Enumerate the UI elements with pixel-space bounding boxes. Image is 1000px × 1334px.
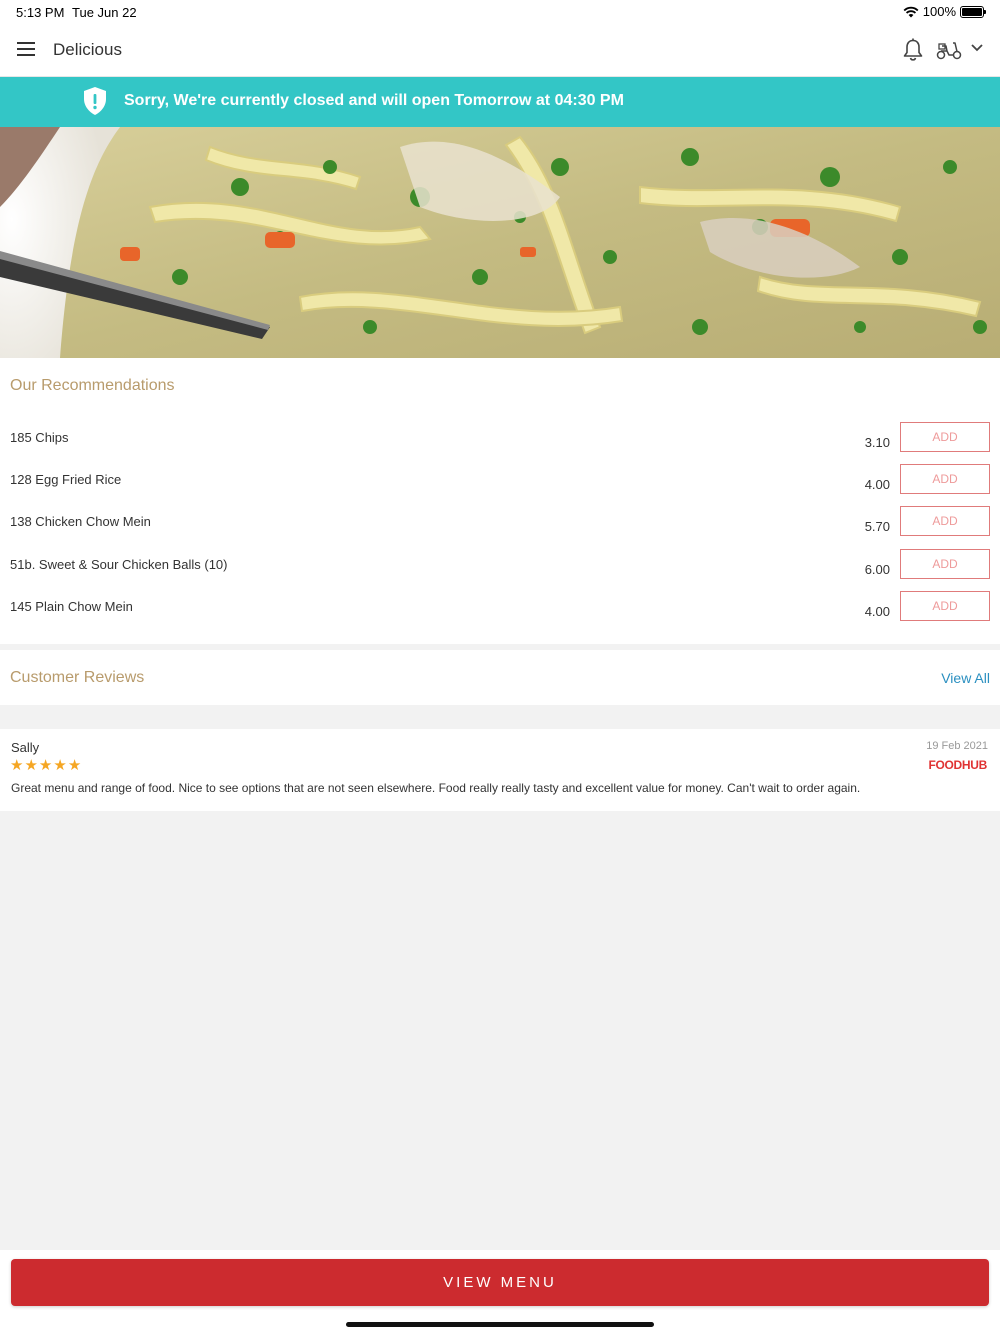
- recommendation-item: 185 Chips 3.10 ADD: [0, 422, 1000, 472]
- hero-image: [0, 127, 1000, 358]
- star-icon: ★: [24, 757, 38, 774]
- reviews-title: Customer Reviews: [10, 669, 145, 686]
- item-name: 145 Plain Chow Mein: [10, 599, 133, 614]
- scooter-icon[interactable]: [936, 40, 962, 60]
- star-icon: ★: [53, 757, 67, 774]
- star-icon: ★: [10, 757, 24, 774]
- recommendation-item: 138 Chicken Chow Mein 5.70 ADD: [0, 506, 1000, 556]
- item-price: 6.00: [864, 562, 890, 577]
- item-price: 4.00: [864, 604, 890, 619]
- closed-message: Sorry, We're currently closed and will o…: [124, 92, 624, 109]
- item-price: 4.00: [864, 477, 890, 492]
- status-bar: 5:13 PM Tue Jun 22 100%: [0, 0, 1000, 24]
- review-date: 19 Feb 2021: [926, 740, 988, 752]
- add-button[interactable]: ADD: [900, 506, 990, 536]
- closed-banner: Sorry, We're currently closed and will o…: [0, 77, 1000, 127]
- chevron-down-icon[interactable]: [970, 43, 984, 53]
- review-card: Sally ★ ★ ★ ★ ★ 19 Feb 2021 FOODHUB Grea…: [0, 729, 1000, 811]
- add-button[interactable]: ADD: [900, 464, 990, 494]
- star-rating: ★ ★ ★ ★ ★: [10, 758, 81, 773]
- add-button[interactable]: ADD: [900, 549, 990, 579]
- item-price: 3.10: [864, 435, 890, 450]
- star-icon: ★: [67, 757, 82, 774]
- recommendations-title: Our Recommendations: [10, 377, 175, 394]
- view-menu-button[interactable]: VIEW MENU: [11, 1259, 989, 1306]
- reviews-header: Customer Reviews View All: [0, 650, 1000, 705]
- item-name: 138 Chicken Chow Mein: [10, 514, 151, 529]
- view-all-link[interactable]: View All: [941, 670, 990, 686]
- star-icon: ★: [38, 757, 53, 774]
- battery-icon: [960, 5, 986, 18]
- battery-percent: 100%: [922, 4, 956, 19]
- status-date: Tue Jun 22: [72, 5, 137, 20]
- add-button[interactable]: ADD: [900, 422, 990, 452]
- home-indicator: [346, 1322, 654, 1327]
- status-time: 5:13 PM: [16, 5, 65, 20]
- review-text: Great menu and range of food. Nice to se…: [11, 781, 861, 795]
- shield-icon: [84, 87, 106, 115]
- reviewer-name: Sally: [11, 740, 40, 755]
- item-name: 185 Chips: [10, 430, 69, 445]
- recommendations-section: Our Recommendations 185 Chips 3.10 ADD 1…: [0, 358, 1000, 644]
- review-source-logo: FOODHUB: [928, 758, 987, 772]
- add-button[interactable]: ADD: [900, 591, 990, 621]
- status-right: 100%: [903, 4, 986, 19]
- item-name: 51b. Sweet & Sour Chicken Balls (10): [10, 557, 228, 572]
- item-name: 128 Egg Fried Rice: [10, 472, 122, 487]
- recommendation-item: 128 Egg Fried Rice 4.00 ADD: [0, 464, 1000, 514]
- app-title: Delicious: [53, 40, 122, 59]
- wifi-icon: [903, 6, 919, 17]
- bell-icon[interactable]: [902, 38, 924, 62]
- app-header: Delicious: [0, 24, 1000, 77]
- recommendation-item: 51b. Sweet & Sour Chicken Balls (10) 6.0…: [0, 549, 1000, 599]
- recommendation-item: 145 Plain Chow Mein 4.00 ADD: [0, 591, 1000, 641]
- item-price: 5.70: [864, 519, 890, 534]
- menu-icon[interactable]: [17, 42, 35, 56]
